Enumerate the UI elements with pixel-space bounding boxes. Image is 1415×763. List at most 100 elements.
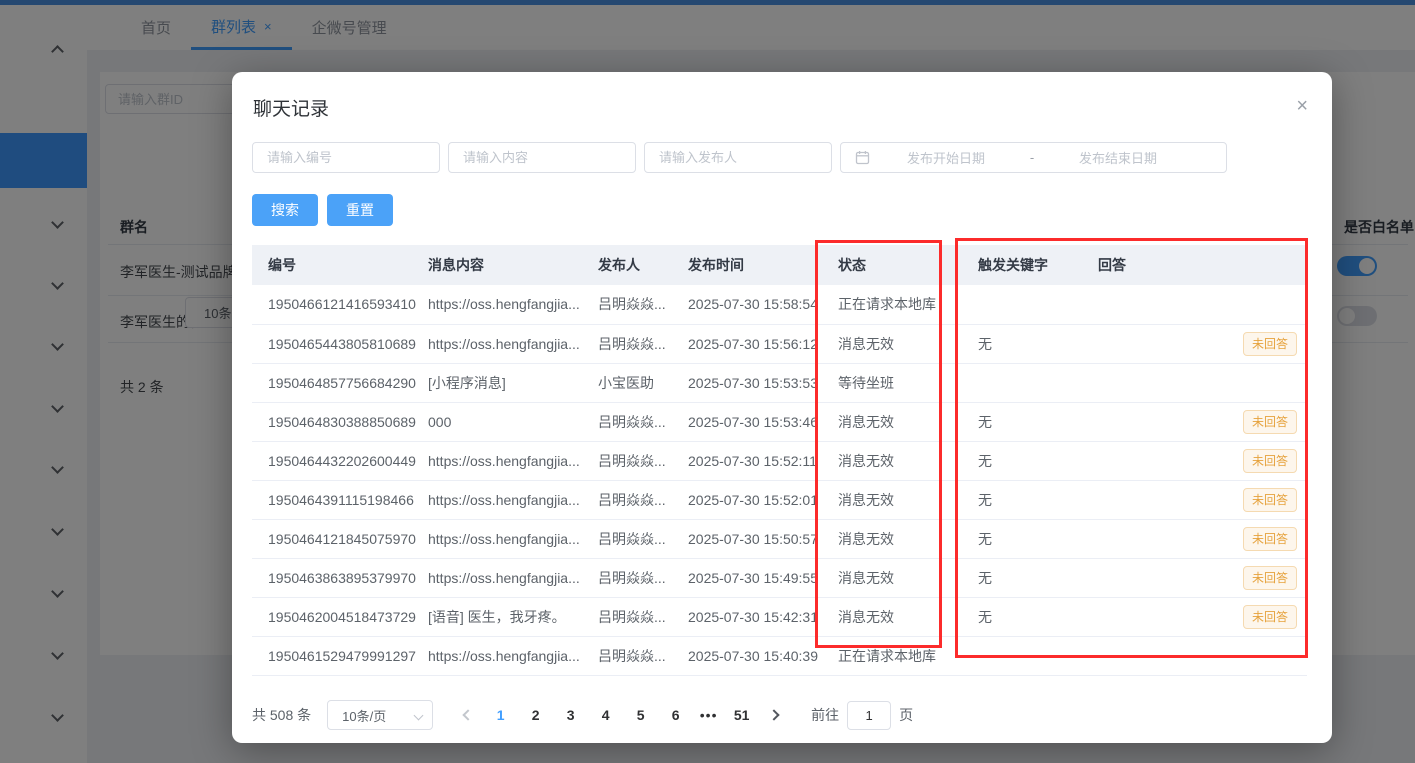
date-end-placeholder[interactable]: 发布结束日期 xyxy=(1042,148,1194,167)
table-row[interactable]: 1950462004518473729 [语音] 医生，我牙疼。 吕明焱焱...… xyxy=(252,597,1307,637)
col-answer: 回答 xyxy=(1098,245,1307,285)
record-publisher: 吕明焱焱... xyxy=(598,441,688,481)
more-pages-icon[interactable]: ••• xyxy=(693,707,724,723)
record-time: 2025-07-30 15:56:12 xyxy=(688,324,838,364)
next-page-button[interactable] xyxy=(759,709,789,721)
goto-suffix: 页 xyxy=(899,707,914,723)
record-content: https://oss.hengfangjia... xyxy=(428,558,598,598)
unanswered-badge: 未回答 xyxy=(1242,487,1297,512)
record-keyword: 无 xyxy=(978,597,1098,637)
unanswered-badge: 未回答 xyxy=(1242,409,1297,434)
record-content: [语音] 医生，我牙疼。 xyxy=(428,597,598,637)
dialog-title: 聊天记录 xyxy=(253,99,330,120)
record-id-input[interactable] xyxy=(252,142,440,173)
total-count: 共 508 条 xyxy=(252,707,312,723)
record-answer: 未回答 xyxy=(1098,558,1307,598)
record-status: 等待坐班 xyxy=(838,363,978,403)
record-publisher: 吕明焱焱... xyxy=(598,597,688,637)
record-time: 2025-07-30 15:52:11 xyxy=(688,441,838,481)
table-row[interactable]: 1950463863895379970 https://oss.hengfang… xyxy=(252,558,1307,598)
record-publisher: 吕明焱焱... xyxy=(598,636,688,676)
record-time: 2025-07-30 15:53:46 xyxy=(688,402,838,442)
page-number-5[interactable]: 5 xyxy=(625,707,656,723)
record-keyword: 无 xyxy=(978,558,1098,598)
chevron-left-icon xyxy=(462,709,474,721)
date-range-picker[interactable]: 发布开始日期 - 发布结束日期 xyxy=(840,142,1227,173)
table-row[interactable]: 1950464830388850689 000 吕明焱焱... 2025-07-… xyxy=(252,402,1307,442)
prev-page-button[interactable] xyxy=(453,709,483,721)
record-status: 消息无效 xyxy=(838,480,978,520)
record-time: 2025-07-30 15:53:53 xyxy=(688,363,838,403)
record-answer: 未回答 xyxy=(1098,441,1307,481)
col-id: 编号 xyxy=(252,245,428,285)
record-id: 1950466121416593410 xyxy=(252,285,428,325)
page-number-2[interactable]: 2 xyxy=(520,707,551,723)
reset-button[interactable]: 重置 xyxy=(327,194,393,226)
close-icon[interactable]: × xyxy=(1296,96,1308,116)
unanswered-badge: 未回答 xyxy=(1242,331,1297,356)
unanswered-badge: 未回答 xyxy=(1242,604,1297,629)
unanswered-badge: 未回答 xyxy=(1242,448,1297,473)
record-id: 1950464857756684290 xyxy=(252,363,428,403)
date-start-placeholder[interactable]: 发布开始日期 xyxy=(870,148,1022,167)
record-time: 2025-07-30 15:50:57 xyxy=(688,519,838,559)
record-content: https://oss.hengfangjia... xyxy=(428,285,598,325)
col-keyword: 触发关键字 xyxy=(978,245,1098,285)
record-keyword: 无 xyxy=(978,519,1098,559)
record-id: 1950464121845075970 xyxy=(252,519,428,559)
filter-bar: 发布开始日期 - 发布结束日期 xyxy=(252,142,1227,173)
page-number-1[interactable]: 1 xyxy=(485,707,516,723)
record-status: 消息无效 xyxy=(838,402,978,442)
record-publisher: 吕明焱焱... xyxy=(598,324,688,364)
goto-page-input[interactable] xyxy=(847,700,892,730)
page-size-select[interactable]: 10条/页 xyxy=(327,700,434,730)
record-publisher: 吕明焱焱... xyxy=(598,558,688,598)
col-time: 发布时间 xyxy=(688,245,838,285)
record-time: 2025-07-30 15:58:54 xyxy=(688,285,838,325)
record-status: 正在请求本地库 xyxy=(838,285,978,325)
calendar-icon xyxy=(855,150,870,165)
record-status: 消息无效 xyxy=(838,441,978,481)
record-content: 000 xyxy=(428,402,598,442)
date-separator: - xyxy=(1029,150,1035,165)
content-input[interactable] xyxy=(448,142,636,173)
table-row[interactable]: 1950461529479991297 https://oss.hengfang… xyxy=(252,636,1307,676)
page-number-3[interactable]: 3 xyxy=(555,707,586,723)
record-answer: 未回答 xyxy=(1098,402,1307,442)
record-answer: 未回答 xyxy=(1098,480,1307,520)
record-content: https://oss.hengfangjia... xyxy=(428,441,598,481)
chat-records-dialog: 聊天记录 × 发布开始日期 - 发布结束日期 搜索 重置 xyxy=(232,72,1332,743)
chevron-right-icon xyxy=(768,709,780,721)
chat-records-table: 编号 消息内容 发布人 发布时间 状态 触发关键字 回答 19504661214… xyxy=(252,245,1307,676)
record-content: https://oss.hengfangjia... xyxy=(428,519,598,559)
search-button[interactable]: 搜索 xyxy=(252,194,318,226)
record-keyword: 无 xyxy=(978,480,1098,520)
table-row[interactable]: 1950464391115198466 https://oss.hengfang… xyxy=(252,480,1307,520)
record-content: [小程序消息] xyxy=(428,363,598,403)
record-id: 1950464830388850689 xyxy=(252,402,428,442)
unanswered-badge: 未回答 xyxy=(1242,526,1297,551)
table-row[interactable]: 1950466121416593410 https://oss.hengfang… xyxy=(252,285,1307,325)
record-keyword xyxy=(978,636,1098,676)
record-answer xyxy=(1098,636,1307,676)
record-status: 消息无效 xyxy=(838,558,978,598)
record-answer: 未回答 xyxy=(1098,597,1307,637)
record-id: 1950461529479991297 xyxy=(252,636,428,676)
table-row[interactable]: 1950464121845075970 https://oss.hengfang… xyxy=(252,519,1307,559)
publisher-input[interactable] xyxy=(644,142,832,173)
chevron-down-icon xyxy=(413,710,424,720)
record-content: https://oss.hengfangjia... xyxy=(428,636,598,676)
page-number-4[interactable]: 4 xyxy=(590,707,621,723)
table-row[interactable]: 1950465443805810689 https://oss.hengfang… xyxy=(252,324,1307,364)
record-keyword: 无 xyxy=(978,324,1098,364)
page-number-6[interactable]: 6 xyxy=(660,707,691,723)
record-publisher: 吕明焱焱... xyxy=(598,480,688,520)
record-status: 消息无效 xyxy=(838,324,978,364)
table-row[interactable]: 1950464857756684290 [小程序消息] 小宝医助 2025-07… xyxy=(252,363,1307,403)
table-row[interactable]: 1950464432202600449 https://oss.hengfang… xyxy=(252,441,1307,481)
record-answer xyxy=(1098,363,1307,403)
record-id: 1950464432202600449 xyxy=(252,441,428,481)
page-number-51[interactable]: 51 xyxy=(726,707,757,723)
record-status: 消息无效 xyxy=(838,597,978,637)
record-id: 1950465443805810689 xyxy=(252,324,428,364)
